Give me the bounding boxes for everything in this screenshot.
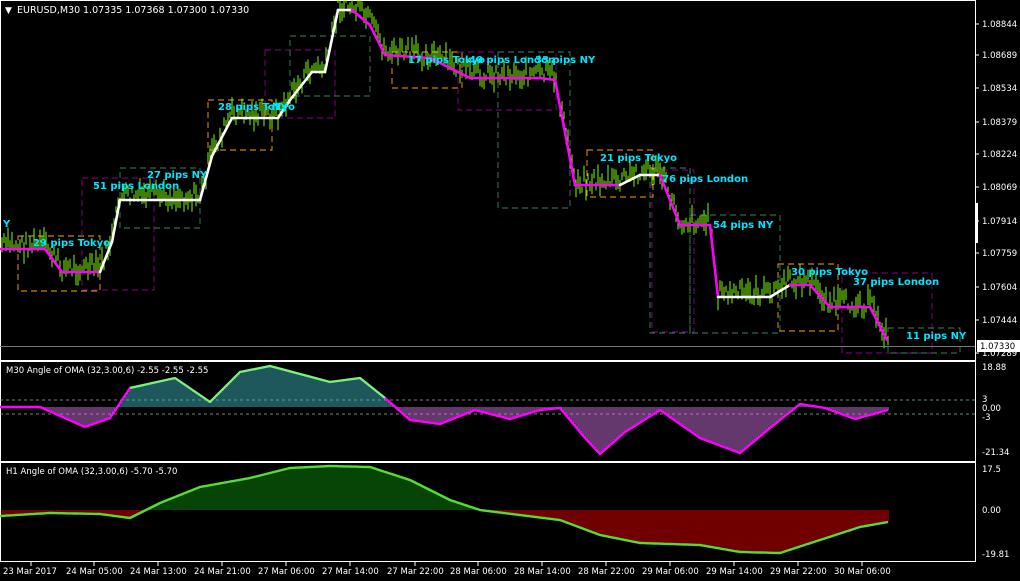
time-label: 28 Mar 06:00 xyxy=(450,567,507,577)
price-label: 1.08379 xyxy=(982,118,1017,128)
h1-histogram xyxy=(0,464,889,555)
price-label: 1.07604 xyxy=(982,283,1017,293)
oma-segment xyxy=(323,8,340,74)
time-label: 28 Mar 22:00 xyxy=(578,567,635,577)
price-label: 1.07759 xyxy=(982,249,1017,259)
oma-segment xyxy=(350,8,372,27)
session-label: 33 pips NY xyxy=(535,55,596,66)
time-label: 27 Mar 06:00 xyxy=(258,567,315,577)
time-label: 27 Mar 14:00 xyxy=(322,567,379,577)
session-label: NY xyxy=(272,102,288,113)
session-label: 51 pips London xyxy=(93,181,179,192)
m30-histogram xyxy=(0,364,889,456)
m30-axis-label: -3 xyxy=(982,413,990,423)
h1-axis: 17.5 0.00 -19.81 xyxy=(982,465,1009,560)
price-label: 1.08069 xyxy=(982,183,1017,193)
chart-symbol: EURUSD,M30 xyxy=(17,5,80,16)
h1-axis-label: -19.81 xyxy=(982,550,1009,560)
price-label: 1.08844 xyxy=(982,20,1017,30)
price-label: 1.08689 xyxy=(982,51,1017,61)
m30-axis: 18.8830.00-3-21.34 xyxy=(982,363,1009,458)
price-label: 1.07914 xyxy=(982,217,1017,227)
time-label: 24 Mar 05:00 xyxy=(66,567,123,577)
time-label: 30 Mar 06:00 xyxy=(834,567,891,577)
session-label: 27 pips NY xyxy=(147,170,208,181)
chart-ohlc: 1.07335 1.07368 1.07300 1.07330 xyxy=(83,5,249,16)
m30-indicator-title: M30 Angle of OMA (32,3.00,6) -2.55 -2.55… xyxy=(6,366,208,376)
session-label: Y xyxy=(2,219,11,230)
trading-chart[interactable]: Y 29 pips Tokyo 51 pips London27 pips NY 28… xyxy=(0,0,1020,581)
h1-axis-label: 17.5 xyxy=(982,465,1001,475)
session-box xyxy=(689,214,781,334)
time-label: 27 Mar 22:00 xyxy=(387,567,444,577)
time-label: 29 Mar 22:00 xyxy=(770,567,827,577)
m30-axis-label: -21.34 xyxy=(982,448,1009,458)
time-label: 29 Mar 14:00 xyxy=(706,567,763,577)
oma-segment xyxy=(538,76,557,82)
time-axis: 23 Mar 2017 24 Mar 05:00 24 Mar 13:00 24 Ma… xyxy=(3,562,891,577)
price-label: 1.08534 xyxy=(982,84,1017,94)
session-boxes xyxy=(17,35,961,354)
session-label: 29 pips Tokyo xyxy=(33,238,110,249)
price-axis: 1.08844 1.08689 1.08534 1.08379 1.08224 1.080… xyxy=(975,20,1017,359)
h1-axis-label: 0.00 xyxy=(982,506,1001,516)
price-label: 1.07444 xyxy=(982,316,1017,326)
time-label: 24 Mar 21:00 xyxy=(194,567,251,577)
time-label: 28 Mar 14:00 xyxy=(514,567,571,577)
time-label: 29 Mar 06:00 xyxy=(642,567,699,577)
current-price-value: 1.07330 xyxy=(980,342,1015,352)
time-label: 24 Mar 13:00 xyxy=(130,567,187,577)
session-label: 21 pips Tokyo xyxy=(600,153,677,164)
price-label: 1.08224 xyxy=(982,150,1017,160)
time-label: 23 Mar 2017 xyxy=(3,567,57,577)
session-label: 76 pips London xyxy=(662,174,748,185)
session-box xyxy=(651,169,695,333)
oma-segment xyxy=(553,78,577,187)
m30-axis-label: 18.88 xyxy=(982,363,1006,373)
session-label: 54 pips NY xyxy=(713,220,774,231)
session-label: 11 pips NY xyxy=(906,331,967,342)
session-box xyxy=(649,167,691,334)
oma-segment xyxy=(708,223,720,299)
h1-indicator-title: H1 Angle of OMA (32,3.00,6) -5.70 -5.70 xyxy=(6,467,177,477)
chart-menu-icon[interactable]: ▼ xyxy=(5,6,12,16)
scroll-handle[interactable] xyxy=(975,203,978,243)
session-label: 37 pips London xyxy=(853,277,939,288)
